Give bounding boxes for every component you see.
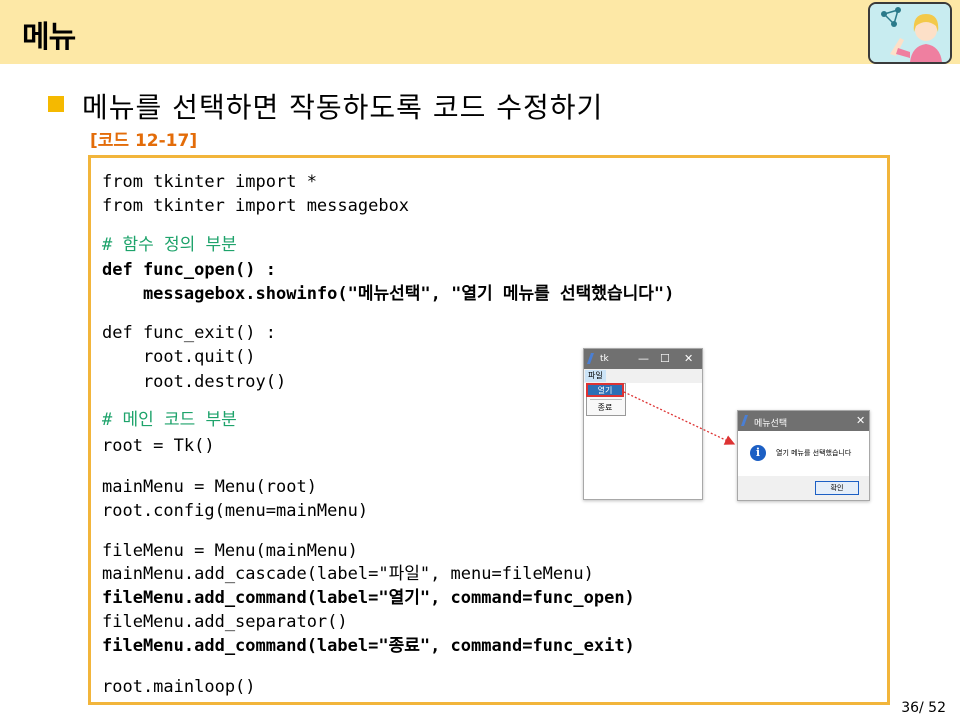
code-line: fileMenu = Menu(mainMenu) (102, 541, 358, 561)
close-icon[interactable]: ✕ (684, 352, 693, 365)
code-line: messagebox.showinfo("메뉴선택", "열기 메뉴를 선택했습… (102, 284, 675, 304)
highlight-box (586, 383, 624, 397)
tk-menubar: 파일 (584, 369, 702, 383)
info-icon: i (750, 445, 766, 461)
code-line: fileMenu.add_separator() (102, 612, 348, 632)
msg-button-area: 확인 (738, 476, 869, 500)
page-title: 메뉴 (22, 20, 76, 55)
bullet-text: 메뉴를 선택하면 작동하도록 코드 수정하기 (82, 91, 604, 124)
code-line: mainMenu.add_cascade(label="파일", menu=fi… (102, 564, 594, 584)
bullet-square-icon (48, 96, 64, 112)
code-line: mainMenu = Menu(root) (102, 477, 317, 497)
code-line: from tkinter import messagebox (102, 196, 410, 216)
msg-title-bar: 메뉴선택 ✕ (738, 411, 869, 431)
ok-button[interactable]: 확인 (815, 481, 859, 495)
messagebox-screenshot: 메뉴선택 ✕ i 열기 메뉴를 선택했습니다 확인 (737, 410, 870, 501)
code-line: def func_open() : (102, 260, 276, 280)
feather-icon (586, 353, 595, 364)
feather-icon (740, 415, 749, 426)
code-comment: # 메인 코드 부분 (102, 410, 237, 430)
code-line: from tkinter import * (102, 172, 317, 192)
header-bar: 메뉴 (0, 0, 960, 64)
code-line: root.destroy() (102, 372, 287, 392)
maximize-icon[interactable]: ☐ (660, 352, 670, 365)
code-line: root.config(menu=mainMenu) (102, 501, 369, 521)
code-line: root.mainloop() (102, 677, 256, 697)
menu-item-exit[interactable]: 종료 (588, 402, 622, 413)
menu-separator (590, 399, 622, 400)
tk-window-title: tk (600, 354, 609, 364)
tk-title-bar: tk — ☐ ✕ (584, 349, 702, 369)
code-line: fileMenu.add_command(label="열기", command… (102, 588, 635, 608)
msg-window-title: 메뉴선택 (754, 419, 788, 429)
code-line: def func_exit() : (102, 323, 276, 343)
teacher-avatar-icon (868, 2, 952, 64)
msg-text: 열기 메뉴를 선택했습니다 (776, 449, 852, 457)
code-line: root.quit() (102, 347, 256, 367)
arrow-connector (623, 391, 736, 445)
code-comment: # 함수 정의 부분 (102, 235, 237, 255)
code-line: fileMenu.add_command(label="종료", command… (102, 636, 635, 656)
page-number: 36/ 52 (901, 700, 946, 716)
close-icon[interactable]: ✕ (856, 414, 865, 427)
code-caption: [코드 12-17] (90, 131, 198, 151)
code-line: root = Tk() (102, 436, 215, 456)
menu-file[interactable]: 파일 (585, 370, 606, 382)
minimize-icon[interactable]: — (638, 352, 649, 365)
